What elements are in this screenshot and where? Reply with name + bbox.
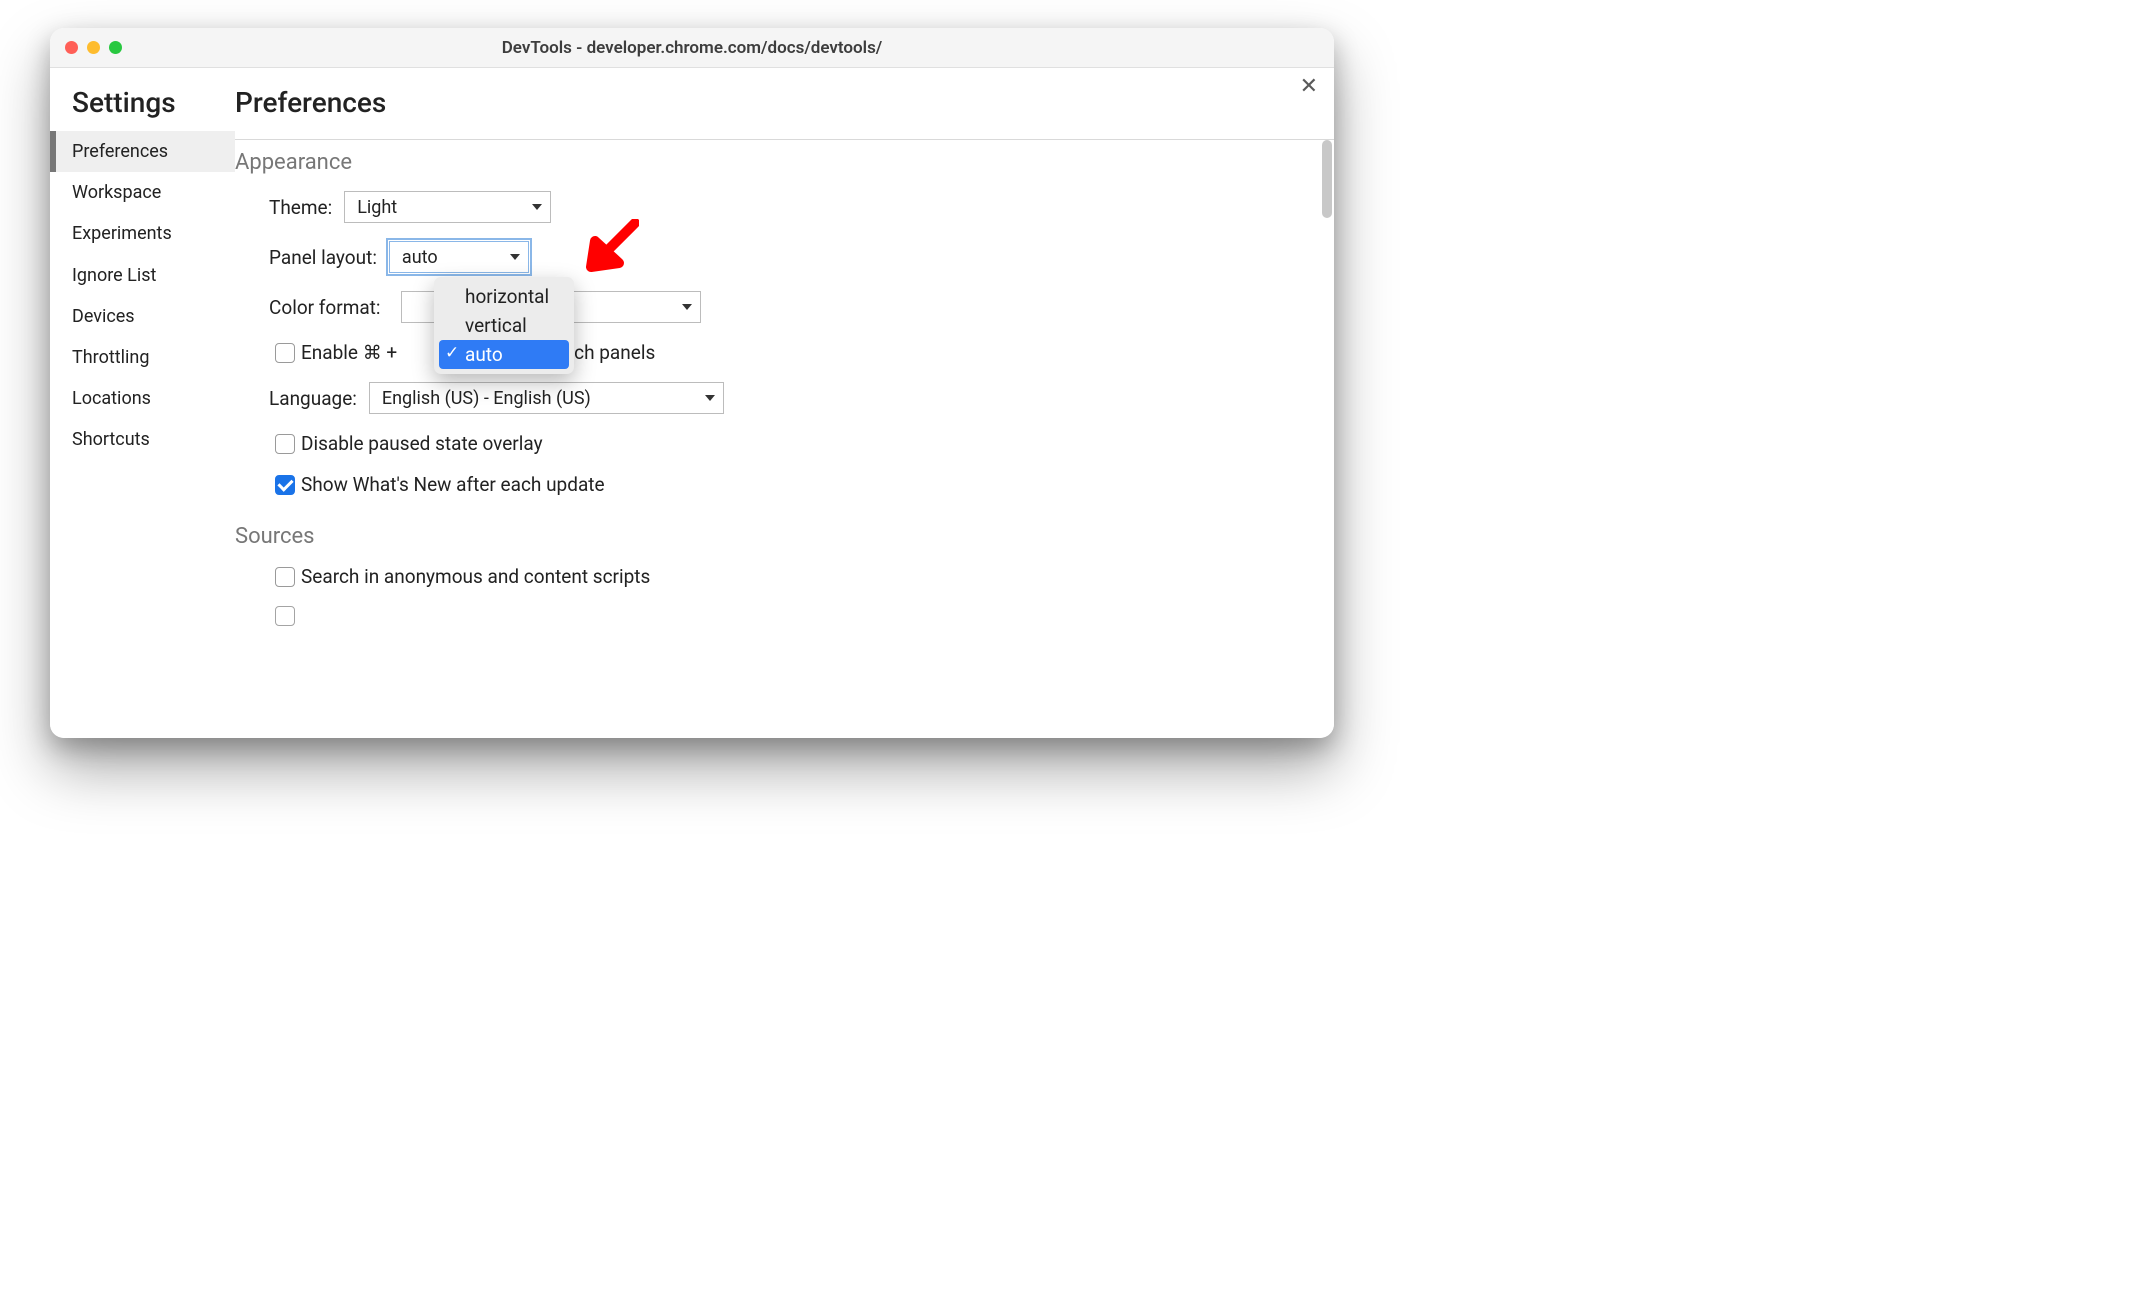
show-whats-new-label: Show What's New after each update	[301, 473, 605, 496]
row-show-whats-new: Show What's New after each update	[275, 473, 1312, 496]
row-language: Language: English (US) - English (US)	[269, 382, 1312, 414]
panel-layout-option-auto[interactable]: auto	[439, 340, 569, 369]
color-format-label: Color format:	[269, 296, 381, 319]
settings-title: Settings	[72, 86, 235, 119]
search-anon-scripts-checkbox[interactable]	[275, 567, 295, 587]
enable-cmd-switch-panels-checkbox[interactable]	[275, 343, 295, 363]
theme-label: Theme:	[269, 196, 332, 219]
search-anon-scripts-label: Search in anonymous and content scripts	[301, 565, 650, 588]
panel-layout-option-vertical[interactable]: vertical	[439, 311, 569, 340]
sidebar-item-throttling[interactable]: Throttling	[50, 337, 235, 378]
cutoff-checkbox[interactable]	[275, 606, 295, 626]
row-disable-paused-overlay: Disable paused state overlay	[275, 432, 1312, 455]
disable-paused-overlay-label: Disable paused state overlay	[301, 432, 543, 455]
titlebar: DevTools - developer.chrome.com/docs/dev…	[50, 28, 1334, 68]
row-panel-layout: Panel layout: auto horizontal vertical a…	[269, 241, 1312, 273]
sidebar-item-ignore-list[interactable]: Ignore List	[50, 255, 235, 296]
panel-layout-dropdown: horizontal vertical auto	[434, 277, 574, 374]
chevron-down-icon	[705, 395, 715, 401]
chevron-down-icon	[682, 304, 692, 310]
window-title: DevTools - developer.chrome.com/docs/dev…	[50, 38, 1334, 58]
window-controls	[50, 41, 122, 54]
sidebar-item-experiments[interactable]: Experiments	[50, 213, 235, 254]
show-whats-new-checkbox[interactable]	[275, 475, 295, 495]
theme-select[interactable]: Light	[344, 191, 551, 223]
theme-select-value: Light	[357, 197, 397, 218]
row-enable-cmd-switch-panels: Enable ⌘ + switch panels	[275, 341, 1312, 364]
sidebar-item-workspace[interactable]: Workspace	[50, 172, 235, 213]
preferences-scroll-region: Appearance Theme: Light Panel layout: au…	[235, 138, 1320, 738]
row-color-format: Color format:	[269, 291, 1312, 323]
section-title-appearance: Appearance	[235, 150, 1312, 175]
language-label: Language:	[269, 387, 357, 410]
sidebar-item-locations[interactable]: Locations	[50, 378, 235, 419]
sidebar-item-preferences[interactable]: Preferences	[50, 131, 235, 172]
annotation-arrow-icon	[585, 219, 639, 273]
page-title: Preferences	[235, 86, 1334, 119]
disable-paused-overlay-checkbox[interactable]	[275, 434, 295, 454]
enable-cmd-prefix: Enable ⌘ +	[301, 341, 397, 364]
row-cutoff	[275, 606, 1312, 626]
row-theme: Theme: Light	[269, 191, 1312, 223]
zoom-window-icon[interactable]	[109, 41, 122, 54]
close-window-icon[interactable]	[65, 41, 78, 54]
scrollbar[interactable]	[1322, 140, 1332, 218]
sidebar-item-shortcuts[interactable]: Shortcuts	[50, 419, 235, 460]
sidebar-item-devices[interactable]: Devices	[50, 296, 235, 337]
language-select-value: English (US) - English (US)	[382, 388, 591, 409]
language-select[interactable]: English (US) - English (US)	[369, 382, 724, 414]
settings-sidebar: Settings Preferences Workspace Experimen…	[50, 68, 235, 738]
chevron-down-icon	[510, 254, 520, 260]
minimize-window-icon[interactable]	[87, 41, 100, 54]
main-panel: Preferences Appearance Theme: Light Pane…	[235, 68, 1334, 738]
panel-layout-select-value: auto	[402, 247, 438, 268]
section-title-sources: Sources	[235, 524, 1312, 549]
panel-layout-label: Panel layout:	[269, 246, 377, 269]
panel-layout-option-horizontal[interactable]: horizontal	[439, 282, 569, 311]
row-search-anon-scripts: Search in anonymous and content scripts	[275, 565, 1312, 588]
chevron-down-icon	[532, 204, 542, 210]
panel-layout-select[interactable]: auto	[389, 241, 529, 273]
app-window: DevTools - developer.chrome.com/docs/dev…	[50, 28, 1334, 738]
